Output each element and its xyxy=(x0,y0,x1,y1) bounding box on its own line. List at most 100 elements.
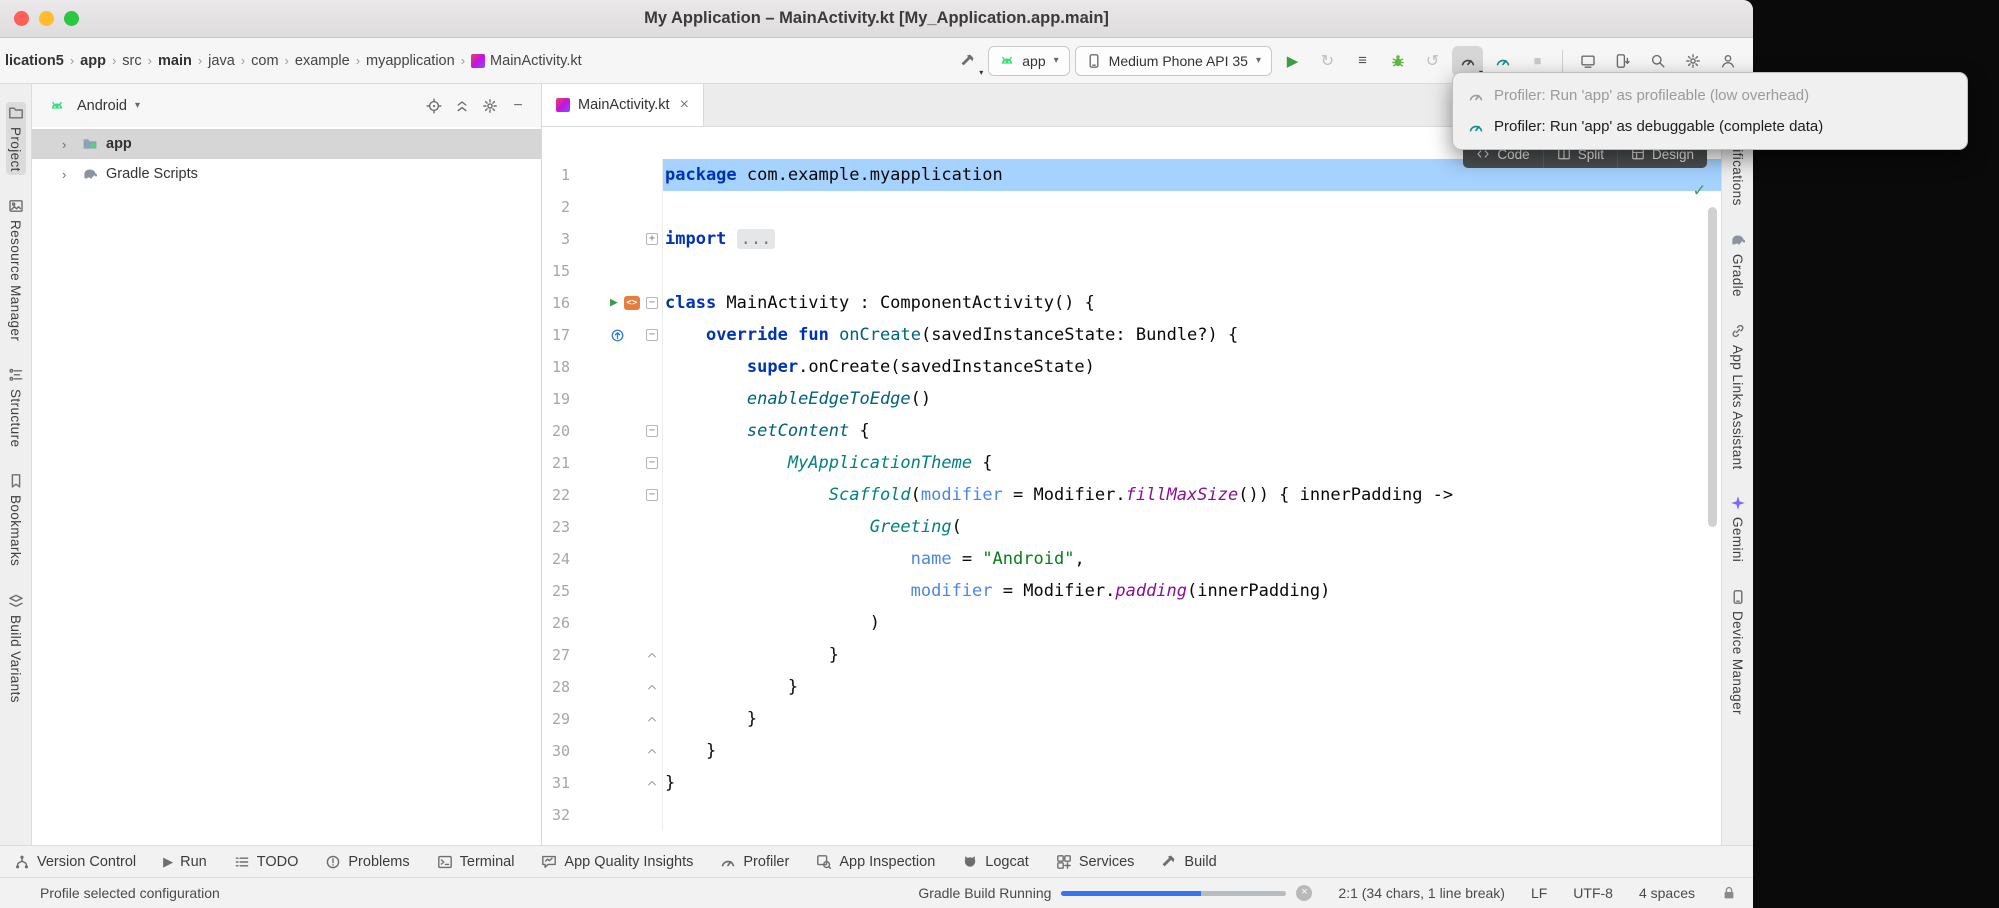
code-text[interactable]: Greeting( xyxy=(662,511,1721,543)
tool-stripe-app-links-assistant[interactable]: App Links Assistant xyxy=(1728,320,1748,473)
profiler-menu-item-2[interactable]: Profiler: Run 'app' as debuggable (compl… xyxy=(1453,111,1967,142)
tool-stripe-project[interactable]: Project xyxy=(6,102,26,175)
editor-scrollbar[interactable] xyxy=(1708,207,1717,527)
code-line-25[interactable]: 25 modifier = Modifier.padding(innerPadd… xyxy=(542,575,1721,607)
tool-button-app-quality-insights[interactable]: App Quality Insights xyxy=(541,854,693,870)
fold-marker[interactable]: − xyxy=(642,319,662,351)
code-line-23[interactable]: 23 Greeting( xyxy=(542,511,1721,543)
hide-panel-button[interactable]: − xyxy=(505,93,531,119)
tool-button-app-inspection[interactable]: App Inspection xyxy=(816,854,935,870)
code-line-17[interactable]: 17− override fun onCreate(savedInstanceS… xyxy=(542,319,1721,351)
code-text[interactable] xyxy=(662,191,1721,223)
mirror-device-button[interactable] xyxy=(1572,46,1603,76)
fold-marker[interactable]: − xyxy=(642,415,662,447)
line-ending-indicator[interactable]: LF xyxy=(1531,885,1547,901)
tool-stripe-gemini[interactable]: Gemini xyxy=(1728,492,1748,565)
breadcrumb-item-src[interactable]: src xyxy=(119,51,144,71)
code-text[interactable] xyxy=(662,255,1721,287)
readonly-lock-icon[interactable] xyxy=(1721,885,1737,901)
tool-button-todo[interactable]: TODO xyxy=(234,854,299,870)
tool-stripe-device-manager[interactable]: Device Manager xyxy=(1728,586,1748,718)
code-line-2[interactable]: 2 xyxy=(542,191,1721,223)
encoding-indicator[interactable]: UTF-8 xyxy=(1573,885,1613,901)
fold-marker[interactable] xyxy=(642,671,662,703)
tool-button-services[interactable]: Services xyxy=(1056,854,1135,870)
code-editor[interactable]: 1package com.example.myapplication23+imp… xyxy=(542,127,1721,845)
code-text[interactable]: } xyxy=(662,703,1721,735)
tool-button-profiler[interactable]: Profiler xyxy=(720,854,789,870)
rerun-button[interactable]: ↻ xyxy=(1312,46,1343,76)
fold-marker[interactable]: − xyxy=(642,479,662,511)
code-line-27[interactable]: 27 } xyxy=(542,639,1721,671)
fold-marker[interactable]: + xyxy=(642,223,662,255)
code-line-19[interactable]: 19 enableEdgeToEdge() xyxy=(542,383,1721,415)
code-text[interactable]: } xyxy=(662,735,1721,767)
code-text[interactable]: setContent { xyxy=(662,415,1721,447)
tool-button-terminal[interactable]: Terminal xyxy=(437,854,515,870)
breadcrumb-item-main[interactable]: main xyxy=(155,51,195,71)
cancel-build-button[interactable]: × xyxy=(1296,885,1312,901)
code-line-31[interactable]: 31} xyxy=(542,767,1721,799)
close-tab-icon[interactable]: × xyxy=(680,96,689,114)
breadcrumb-item-example[interactable]: example xyxy=(292,51,353,71)
run-gutter-icon[interactable]: ▶ xyxy=(610,287,618,319)
code-text[interactable]: } xyxy=(662,767,1721,799)
close-window-button[interactable] xyxy=(14,11,29,26)
fold-marker[interactable] xyxy=(642,767,662,799)
fold-marker[interactable] xyxy=(642,703,662,735)
code-line-29[interactable]: 29 } xyxy=(542,703,1721,735)
breadcrumb-item-lication5[interactable]: lication5 xyxy=(2,51,67,71)
breadcrumb-item-com[interactable]: com xyxy=(248,51,281,71)
code-text[interactable]: modifier = Modifier.padding(innerPadding… xyxy=(662,575,1721,607)
device-select[interactable]: Medium Phone API 35 ▾ xyxy=(1075,46,1272,76)
device-manager-button[interactable] xyxy=(1607,46,1638,76)
code-text[interactable]: super.onCreate(savedInstanceState) xyxy=(662,351,1721,383)
code-line-16[interactable]: 16▶<>−class MainActivity : ComponentActi… xyxy=(542,287,1721,319)
breadcrumb-item-java[interactable]: java xyxy=(205,51,238,71)
code-text[interactable]: MyApplicationTheme { xyxy=(662,447,1721,479)
code-text[interactable]: } xyxy=(662,671,1721,703)
code-text[interactable]: name = "Android", xyxy=(662,543,1721,575)
tool-stripe-structure[interactable]: Structure xyxy=(6,364,26,450)
run-options-button[interactable]: ≡ xyxy=(1347,46,1378,76)
caret-position[interactable]: 2:1 (34 chars, 1 line break) xyxy=(1338,885,1505,901)
tree-item-app[interactable]: ›app xyxy=(32,129,541,159)
profile-app-button[interactable] xyxy=(1487,46,1518,76)
tool-button-run[interactable]: ▶Run xyxy=(163,854,207,870)
tool-stripe-bookmarks[interactable]: Bookmarks xyxy=(6,470,26,569)
debug-button[interactable] xyxy=(1382,46,1413,76)
fold-marker[interactable] xyxy=(642,735,662,767)
fold-marker[interactable] xyxy=(642,639,662,671)
apply-changes-button[interactable]: ↺ xyxy=(1417,46,1448,76)
titlebar[interactable]: My Application – MainActivity.kt [My_App… xyxy=(0,0,1753,38)
expand-chevron-icon[interactable]: › xyxy=(62,137,74,152)
code-text[interactable]: class MainActivity : ComponentActivity()… xyxy=(662,287,1721,319)
breadcrumb-item-myapplication[interactable]: myapplication xyxy=(363,51,458,71)
tool-stripe-resource-manager[interactable]: Resource Manager xyxy=(6,195,26,344)
code-text[interactable]: override fun onCreate(savedInstanceState… xyxy=(662,319,1721,351)
code-text[interactable]: enableEdgeToEdge() xyxy=(662,383,1721,415)
tool-stripe-gradle[interactable]: Gradle xyxy=(1728,229,1748,300)
select-opened-file-button[interactable] xyxy=(421,93,447,119)
code-text[interactable] xyxy=(662,799,1721,831)
run-configuration-select[interactable]: app ▾ xyxy=(988,46,1069,76)
code-text[interactable]: import ... xyxy=(662,223,1721,255)
tool-button-version-control[interactable]: Version Control xyxy=(14,854,136,870)
profiler-button[interactable]: ▾ xyxy=(1452,46,1483,76)
code-line-3[interactable]: 3+import ... xyxy=(542,223,1721,255)
code-line-30[interactable]: 30 } xyxy=(542,735,1721,767)
editor-tab-mainactivity[interactable]: MainActivity.kt × xyxy=(542,84,704,126)
run-button[interactable]: ▶ xyxy=(1277,46,1308,76)
minimize-window-button[interactable] xyxy=(39,11,54,26)
stop-button[interactable]: ■ xyxy=(1522,46,1553,76)
tool-button-logcat[interactable]: Logcat xyxy=(962,854,1029,870)
tree-item-gradle-scripts[interactable]: ›Gradle Scripts xyxy=(32,159,541,189)
account-button[interactable] xyxy=(1712,46,1743,76)
tool-button-problems[interactable]: Problems xyxy=(325,854,409,870)
tool-stripe-build-variants[interactable]: Build Variants xyxy=(6,590,26,706)
collapse-all-button[interactable] xyxy=(449,93,475,119)
code-line-32[interactable]: 32 xyxy=(542,799,1721,831)
code-line-15[interactable]: 15 xyxy=(542,255,1721,287)
code-text[interactable]: } xyxy=(662,639,1721,671)
indent-indicator[interactable]: 4 spaces xyxy=(1639,885,1695,901)
